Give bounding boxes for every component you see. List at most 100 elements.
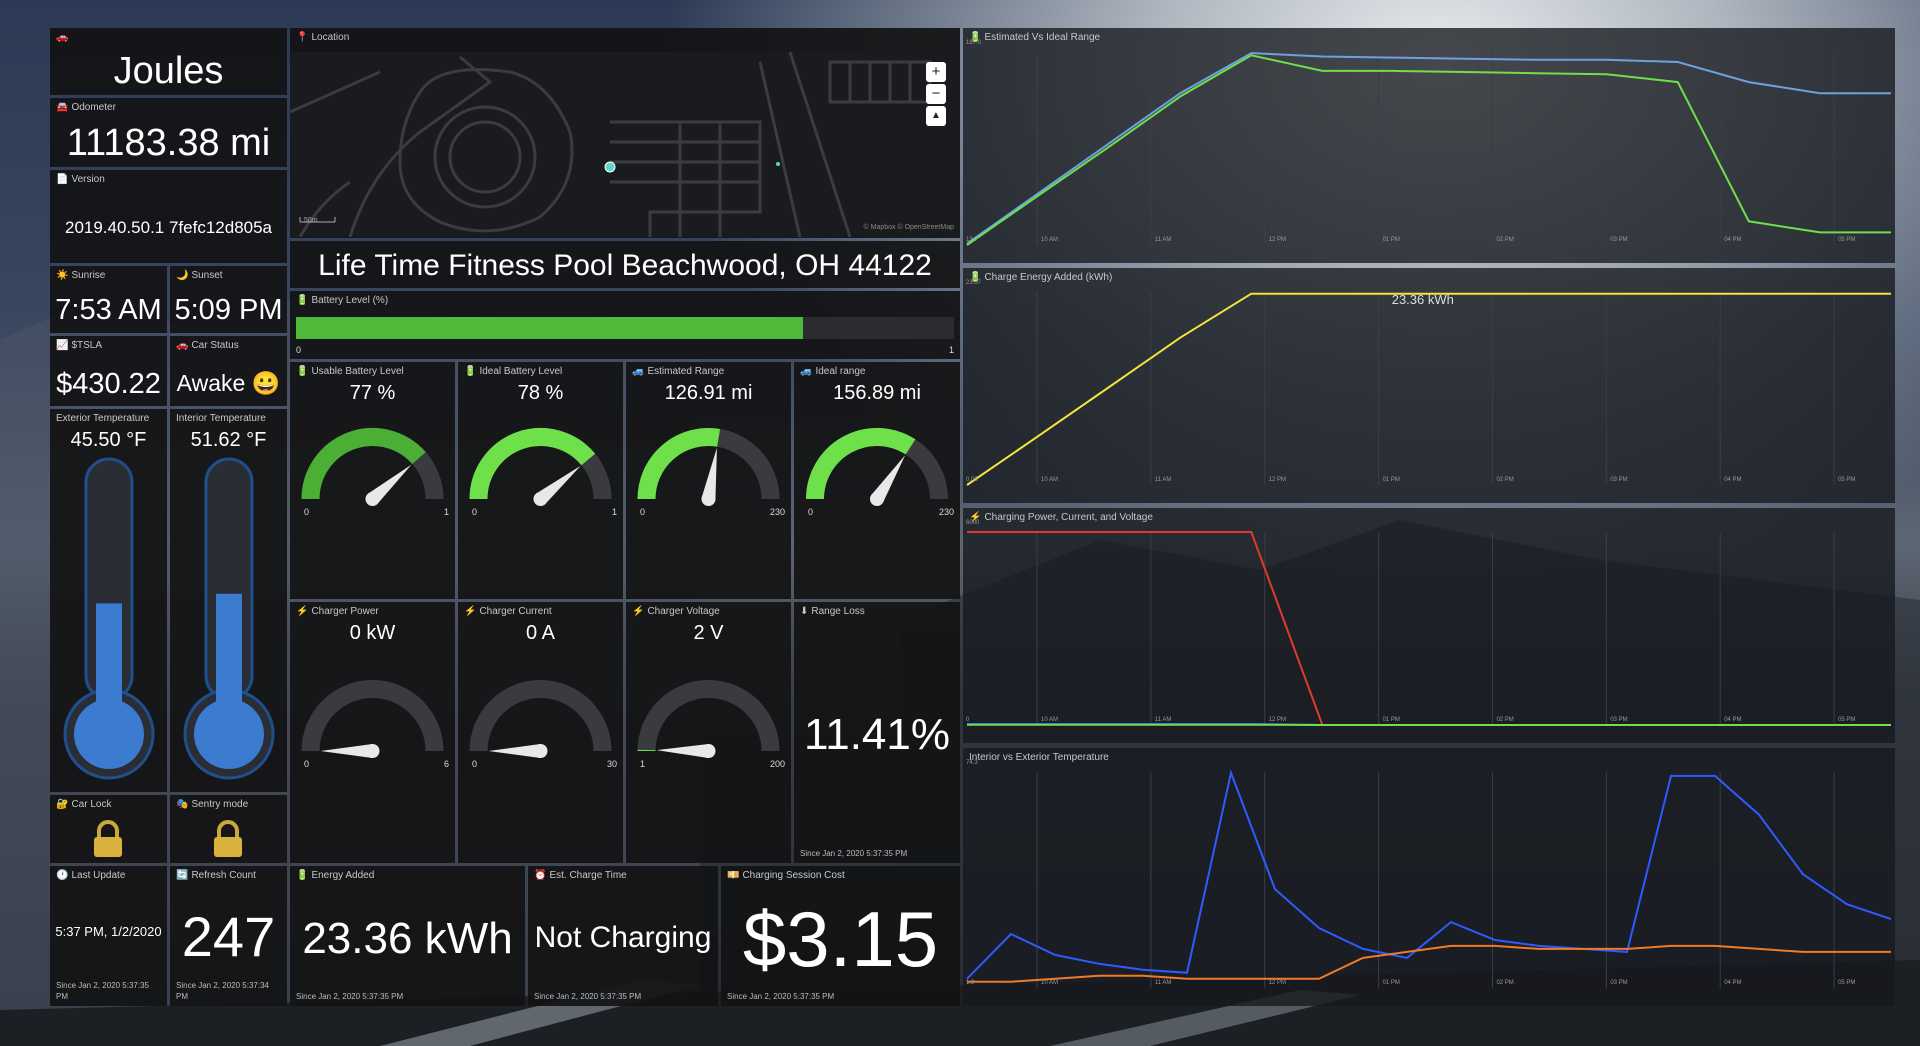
refresh-count-value: 247 [181,905,276,968]
compass-button[interactable]: ▲ [926,106,946,126]
down-arrow-icon: ⬇ [800,606,809,617]
battery-level-track [296,317,954,339]
car-status-value: Awake 😀 [176,370,281,396]
x-tick-label: 11 AM [1154,717,1172,723]
chart-plot[interactable] [963,28,1895,263]
stock-title: $TSLA [71,340,103,351]
gauge-min: 0 [304,507,310,517]
gauge-arc [301,428,444,506]
sunset-value: 5:09 PM [174,294,283,326]
chart-title: Charging Power, Current, and Voltage [984,512,1153,523]
car-icon: 🚗 [56,32,69,43]
gauge-value: 2 V [693,622,724,644]
car-lock-panel: 🔐 Car Lock [50,795,167,863]
gauge-title: Estimated Range [647,366,725,377]
refresh-count-panel: 🔄 Refresh Count 247 Since Jan 2, 2020 5:3… [170,866,287,1006]
gauge-arc [806,428,948,506]
map[interactable] [290,52,960,237]
gauge-arc [637,680,780,758]
sunset-title: Sunset [191,270,223,281]
last-update-since: Since Jan 2, 2020 5:37:35 PM [56,981,149,1001]
charger-voltage-gauge-panel: ⚡ Charger Voltage 2 V 1 200 [626,602,791,863]
x-tick-label: 12 PM [1268,477,1287,483]
version-title: Version [71,174,105,185]
sunrise-panel: ☀️ Sunrise 7:53 AM [50,266,167,333]
gauge-min: 0 [304,759,310,769]
x-tick-label: 05 PM [1838,237,1856,243]
gauge-min: 1 [640,759,646,769]
x-tick-label: 03 PM [1610,717,1628,723]
battery-icon: 🔋 [296,870,309,881]
sentry-title: Sentry mode [191,799,249,810]
gauge-title: Charger Voltage [647,606,720,617]
exterior-thermometer [63,457,155,780]
y-min-label: 0.06 [966,477,978,483]
ideal-range-gauge-panel: 🚙 Ideal range 156.89 mi 0 230 [794,362,960,599]
chart-plot[interactable] [963,748,1895,1006]
map-attribution[interactable]: © Mapbox © OpenStreetMap [864,224,954,231]
gauge-arc [469,680,612,758]
gauge-needle [320,744,373,758]
money-icon: 💴 [727,870,740,881]
address-value: Life Time Fitness Pool Beachwood, OH 441… [318,249,932,282]
gauge-fill [469,428,596,500]
zoom-in-button[interactable]: + [926,62,946,82]
x-tick-label: 12 PM [1268,980,1287,986]
x-tick-label: 05 PM [1838,717,1856,723]
series-line [967,531,1891,726]
x-tick-label: 04 PM [1724,477,1742,483]
energy-chart-panel: 🔋 Charge Energy Added (kWh) 10 AM 11 AM 12 P… [963,268,1895,503]
gauge-title: Ideal Battery Level [479,366,563,377]
chart-plot[interactable] [963,508,1895,743]
range-loss-panel: ⬇ Range Loss 11.41% Since Jan 2, 2020 5:3… [794,602,960,863]
x-tick-label: 03 PM [1610,980,1628,986]
range-loss-since: Since Jan 2, 2020 5:37:35 PM [800,849,908,858]
gauge-value: 0 A [526,622,555,644]
x-tick-label: 02 PM [1496,477,1514,483]
session-cost-panel: 💴 Charging Session Cost $3.15 Since Jan 2… [721,866,960,1006]
chart-annotation: 23.36 kWh [1391,292,1454,307]
gauge-min: 0 [640,507,646,517]
x-tick-label: 03 PM [1610,237,1628,243]
padlock-icon [94,820,122,857]
temperature-chart-panel: Interior vs Exterior Temperature 10 AM 11 … [963,748,1895,1006]
series-line [966,54,1891,246]
battery-icon: 🔋 [296,366,309,377]
battery-icon: 🔋 [464,366,477,377]
version-panel: 📄 Version 2019.40.50.1 7fefc12d805a [50,170,287,263]
session-cost-since: Since Jan 2, 2020 5:37:35 PM [727,992,835,1001]
car-icon: 🚙 [800,366,813,377]
battery-level-bar [296,317,803,339]
y-min-label: 13.7 [966,237,978,243]
car-name: Joules [113,50,224,92]
car-status-panel: 🚗 Car Status Awake 😀 [170,336,287,406]
y-min-label: 1.9 [966,980,975,986]
odometer-title: Odometer [71,102,116,113]
last-update-title: Last Update [71,870,126,881]
range-chart-panel: 🔋 Estimated Vs Ideal Range 10 AM 11 AM 12 PM… [963,28,1895,263]
range-loss-value: 11.41% [804,710,950,759]
sentry-panel: 🎭 Sentry mode [170,795,287,863]
x-tick-label: 10 AM [1041,477,1059,483]
x-tick-label: 03 PM [1610,477,1628,483]
lightning-icon: ⚡ [632,606,645,617]
x-tick-label: 10 AM [1041,237,1059,243]
battery-level-title: Battery Level (%) [311,295,389,306]
sunrise-value: 7:53 AM [55,294,162,326]
x-tick-label: 05 PM [1838,477,1856,483]
sun-icon: ☀️ [56,270,69,281]
car-icon: 🚘 [56,102,69,113]
ideal-battery-gauge-panel: 🔋 Ideal Battery Level 78 % 0 1 [458,362,623,599]
interior-temp-panel: Interior Temperature 51.62 °F [170,409,287,792]
x-tick-label: 10 AM [1041,717,1059,723]
y-max-label: 23.57 [966,280,982,286]
charge-time-panel: ⏰ Est. Charge Time Not Charging Since Jan… [528,866,718,1006]
location-title: Location [311,32,350,43]
x-tick-label: 04 PM [1724,980,1742,986]
charge-time-since: Since Jan 2, 2020 5:37:35 PM [534,992,642,1001]
gauge-value: 126.91 mi [664,382,753,404]
estimated-range-gauge-panel: 🚙 Estimated Range 126.91 mi 0 230 [626,362,791,599]
lock-key-icon: 🔐 [56,799,69,810]
zoom-out-button[interactable]: − [926,84,946,104]
gauge-title: Usable Battery Level [311,366,404,377]
